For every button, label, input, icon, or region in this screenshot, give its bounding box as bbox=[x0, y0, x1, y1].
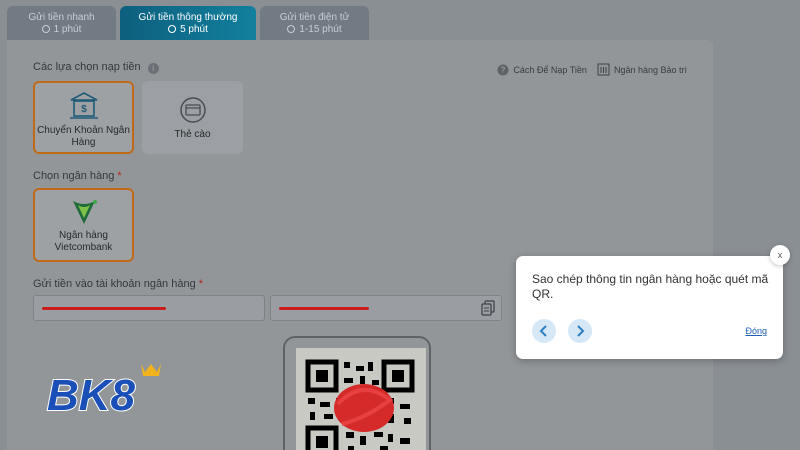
qr-code-image bbox=[305, 359, 415, 450]
tab-crypto-deposit[interactable]: Gửi tiền điện tử 1-15 phút bbox=[260, 6, 369, 41]
account-number-field[interactable] bbox=[270, 295, 502, 321]
option-label: Thẻ cào bbox=[174, 129, 211, 140]
next-button[interactable] bbox=[568, 319, 592, 343]
previous-button[interactable] bbox=[532, 319, 556, 343]
deposit-options-label: Các lựa chọn nạp tiền bbox=[33, 61, 141, 73]
svg-text:$: $ bbox=[81, 104, 87, 115]
bank-vietcombank[interactable]: Ngân hàng Vietcombank bbox=[33, 188, 134, 262]
tooltip-popup: Sao chép thông tin ngân hàng hoặc quét m… bbox=[516, 256, 783, 359]
chevron-left-icon bbox=[539, 325, 547, 337]
scratch-card-icon bbox=[179, 97, 206, 123]
copy-icon[interactable] bbox=[481, 300, 495, 316]
bk8-logo: BK8 bbox=[46, 364, 161, 420]
required-mark: * bbox=[198, 278, 204, 290]
svg-text:?: ? bbox=[501, 65, 506, 74]
help-links: ? Cách Để Nạp Tiền Ngân hàng Bảo trì bbox=[497, 63, 687, 76]
qr-code bbox=[296, 348, 426, 450]
maintenance-label: Ngân hàng Bảo trì bbox=[613, 64, 687, 75]
tab-fast-deposit[interactable]: Gửi tiền nhanh 1 phút bbox=[7, 6, 116, 41]
clock-icon bbox=[287, 25, 296, 33]
tab-title: Gửi tiền điện tử bbox=[279, 12, 350, 23]
logo-text: BK8 bbox=[47, 371, 136, 420]
tab-time: 1-15 phút bbox=[260, 24, 369, 36]
tab-title: Gửi tiền thông thường bbox=[138, 12, 238, 23]
tab-title: Gửi tiền nhanh bbox=[28, 12, 95, 23]
bank-name: Ngân hàng Vietcombank bbox=[54, 230, 113, 253]
account-name-field[interactable] bbox=[33, 295, 265, 321]
how-to-deposit-link[interactable]: ? Cách Để Nạp Tiền bbox=[497, 63, 587, 76]
option-bank-transfer[interactable]: $ Chuyển Khoản Ngân Hàng bbox=[33, 81, 134, 154]
account-heading: Gửi tiền vào tài khoản ngân hàng * bbox=[33, 278, 203, 290]
tab-time-text: 5 phút bbox=[180, 24, 208, 35]
how-to-label: Cách Để Nạp Tiền bbox=[513, 64, 587, 75]
tooltip-text: Sao chép thông tin ngân hàng hoặc quét m… bbox=[532, 272, 769, 301]
bank-building-icon bbox=[597, 63, 610, 76]
close-button[interactable]: x bbox=[770, 245, 790, 265]
option-label: Chuyển Khoản Ngân Hàng bbox=[37, 125, 130, 148]
bank-transfer-icon: $ bbox=[69, 92, 98, 119]
deposit-tabs: Gửi tiền nhanh 1 phút Gửi tiền thông thư… bbox=[7, 6, 369, 41]
tab-normal-deposit[interactable]: Gửi tiền thông thường 5 phút bbox=[120, 6, 256, 41]
info-icon[interactable]: i bbox=[147, 63, 159, 74]
bank-maintenance-link[interactable]: Ngân hàng Bảo trì bbox=[597, 63, 687, 76]
tab-time-text: 1-15 phút bbox=[299, 24, 342, 35]
tab-time: 5 phút bbox=[120, 24, 256, 36]
chevron-right-icon bbox=[577, 325, 585, 337]
question-chat-icon: ? bbox=[497, 64, 509, 75]
clock-icon bbox=[168, 25, 177, 33]
tab-time-text: 1 phút bbox=[53, 24, 82, 35]
vietcombank-logo-icon bbox=[72, 200, 97, 224]
redaction-mark bbox=[42, 307, 166, 310]
bank-label: Chọn ngân hàng bbox=[33, 170, 115, 182]
account-label: Gửi tiền vào tài khoản ngân hàng bbox=[33, 278, 196, 290]
required-mark: * bbox=[117, 170, 122, 182]
tab-time: 1 phút bbox=[7, 24, 116, 36]
deposit-options-heading: Các lựa chọn nạp tiền i bbox=[33, 61, 159, 74]
redaction-mark bbox=[279, 307, 369, 310]
bank-heading: Chọn ngân hàng * bbox=[33, 170, 122, 182]
clock-icon bbox=[41, 25, 50, 33]
close-link[interactable]: Đóng bbox=[745, 326, 767, 336]
option-scratch-card[interactable]: Thẻ cào bbox=[142, 81, 243, 154]
